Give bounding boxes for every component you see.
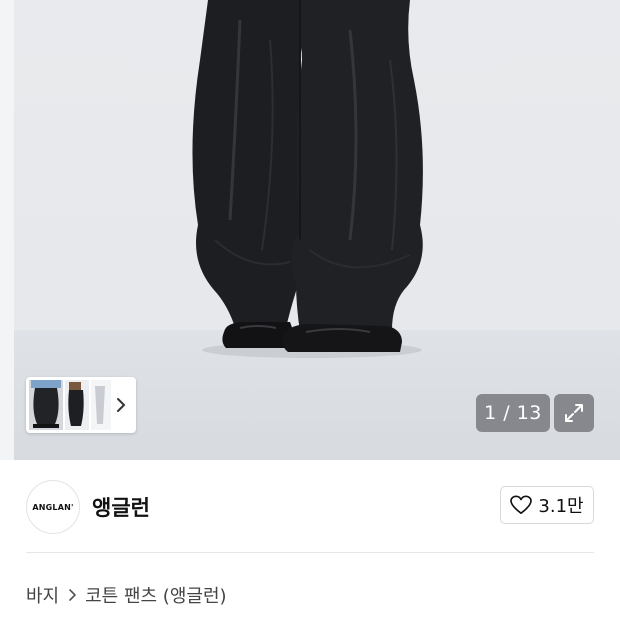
heart-icon <box>510 495 533 514</box>
brand-logo[interactable]: ANGLAN' <box>26 480 80 534</box>
like-count: 3.1만 <box>538 496 584 517</box>
breadcrumb: 바지 코튼 팬츠 (앵글런) <box>26 581 227 609</box>
expand-button[interactable] <box>554 394 594 432</box>
chevron-right-icon[interactable] <box>114 395 128 415</box>
like-button[interactable]: 3.1만 <box>500 486 594 524</box>
breadcrumb-category[interactable]: 바지 <box>26 582 59 608</box>
thumbnail-images[interactable] <box>29 380 111 430</box>
product-image[interactable]: 1 / 13 <box>0 0 620 460</box>
breadcrumb-product[interactable]: 코튼 팬츠 (앵글런) <box>85 582 226 608</box>
image-counter: 1 / 13 <box>476 394 550 432</box>
brand-logo-text: ANGLAN' <box>32 502 74 512</box>
thumbnail-strip[interactable] <box>26 377 136 433</box>
brand-name[interactable]: 앵글런 <box>92 492 150 522</box>
expand-icon <box>565 404 583 422</box>
divider <box>26 552 594 553</box>
chevron-right-icon <box>69 589 76 601</box>
brand-row: ANGLAN' 앵글런 3.1만 <box>26 480 594 534</box>
